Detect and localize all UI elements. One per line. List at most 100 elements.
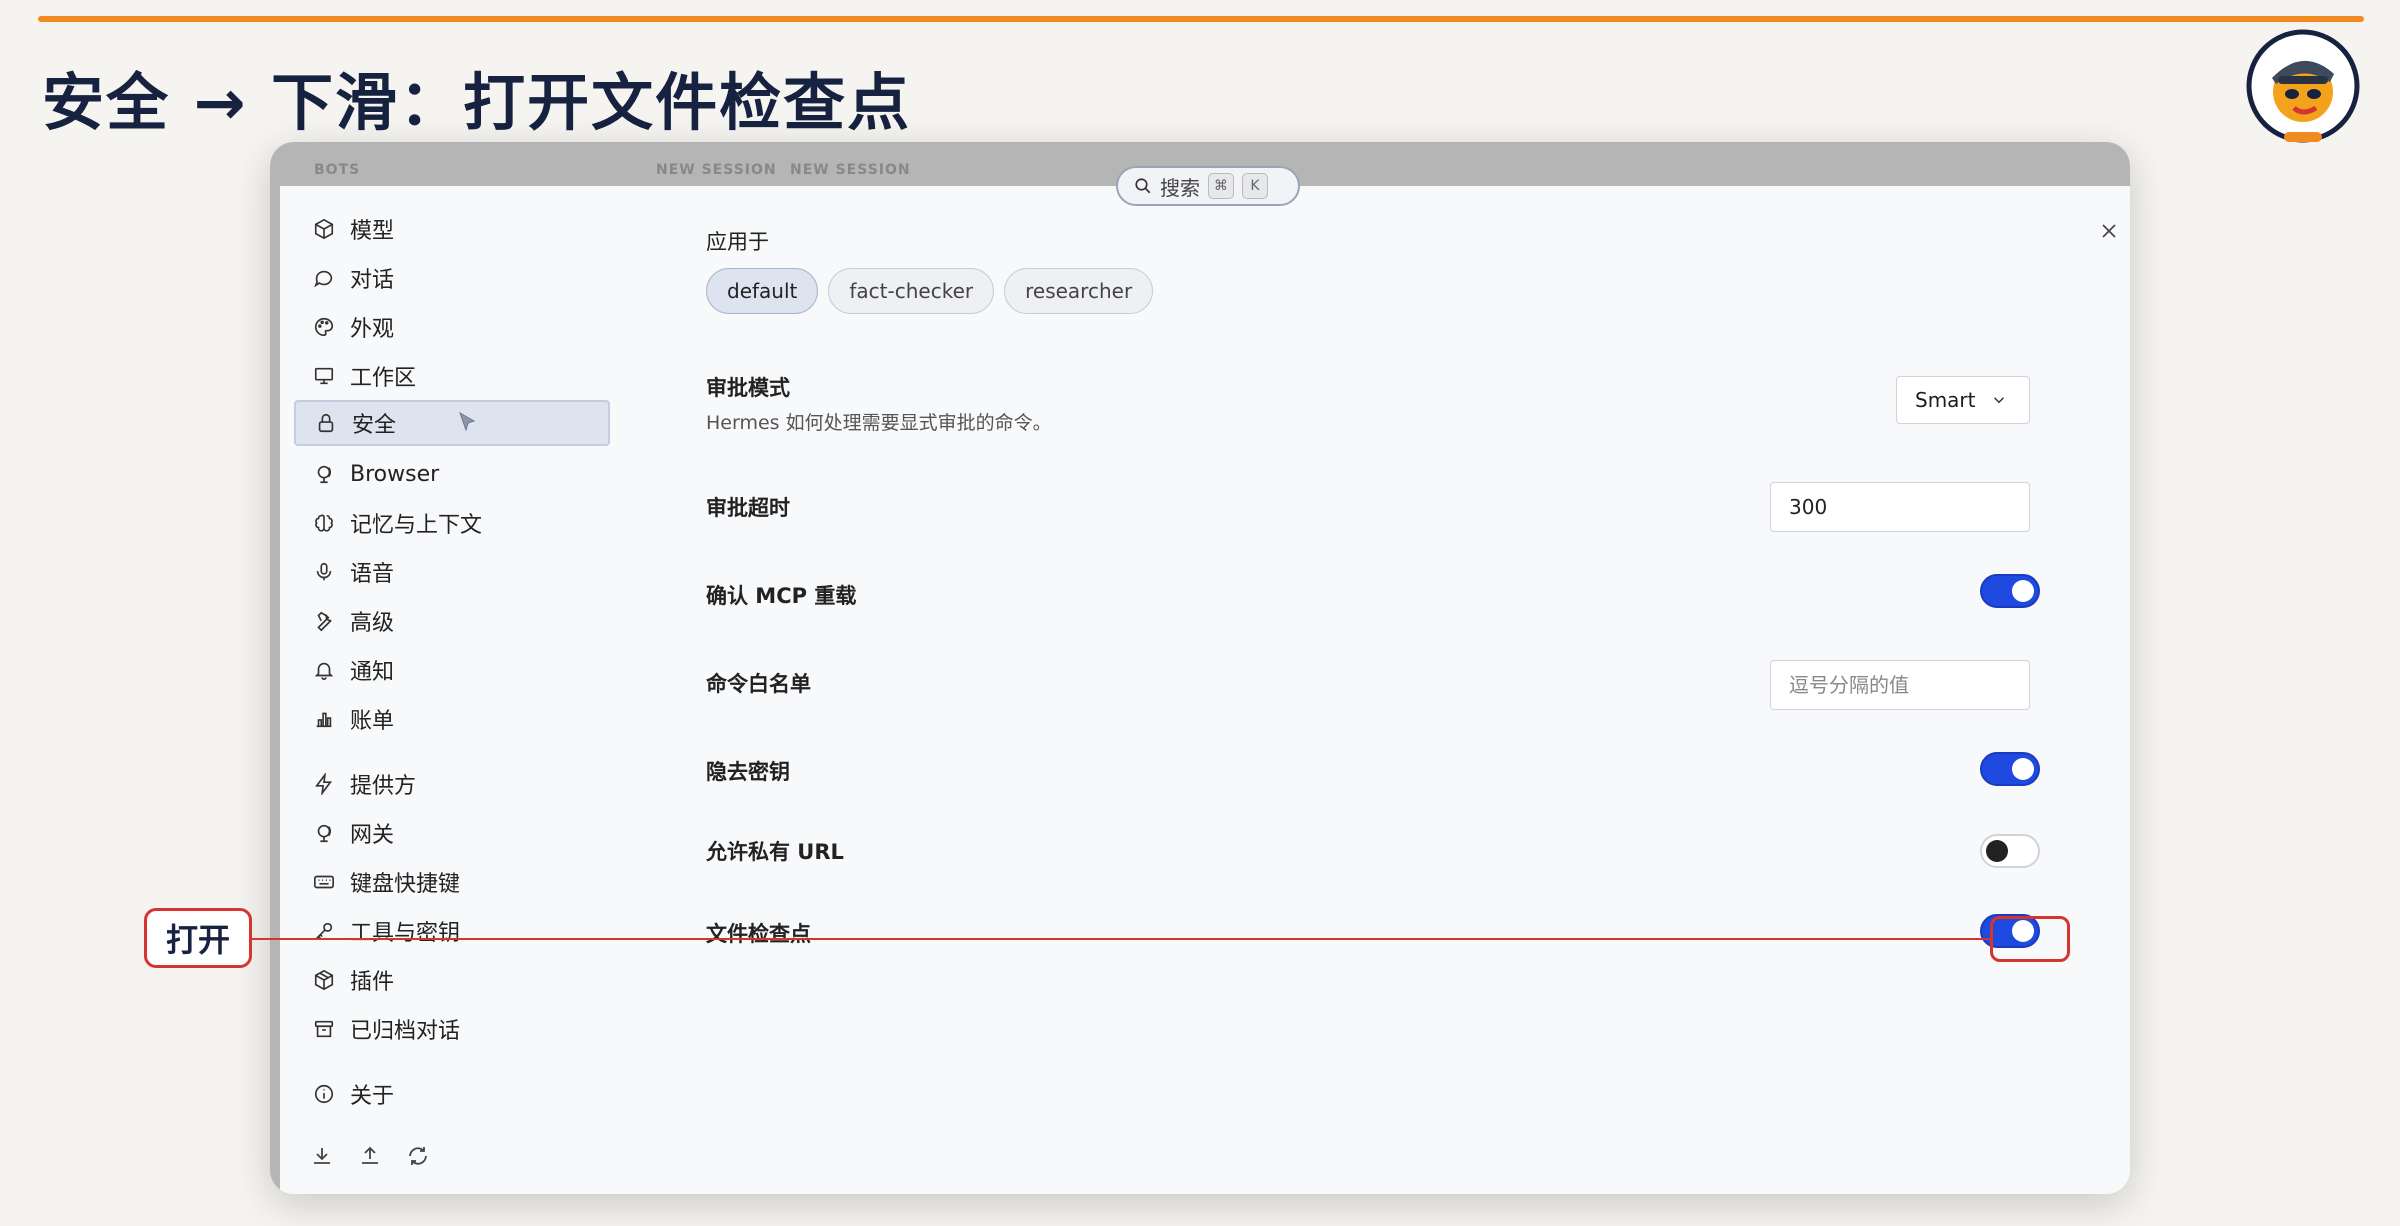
sidebar-item-label: 安全: [352, 413, 397, 438]
chip-researcher[interactable]: researcher: [1004, 268, 1154, 314]
sidebar-item-keyboard-shortcuts[interactable]: 键盘快捷键: [294, 859, 610, 905]
sidebar-item-label: 对话: [350, 268, 395, 293]
command-allowlist-input[interactable]: [1770, 660, 2030, 710]
approval-mode-description: Hermes 如何处理需要显式审批的命令。: [706, 412, 1052, 434]
sidebar-item-appearance[interactable]: 外观: [294, 304, 610, 350]
allow-private-urls-label: 允许私有 URL: [706, 840, 844, 864]
sidebar-item-label: 网关: [350, 823, 395, 848]
search-button[interactable]: 搜索 ⌘ K: [1116, 166, 1300, 206]
file-checkpoints-label: 文件检查点: [706, 922, 811, 946]
sidebar-item-workspace[interactable]: 工作区: [294, 353, 610, 399]
toggle-knob: [1986, 840, 2008, 862]
search-icon: [1135, 178, 1151, 194]
security-settings-content: 应用于 default fact-checker researcher 审批模式…: [706, 186, 2086, 1194]
monitor-icon: [312, 364, 336, 388]
sidebar-item-chat[interactable]: 对话: [294, 255, 610, 301]
archive-icon: [312, 1017, 336, 1041]
hide-secrets-label: 隐去密钥: [706, 760, 790, 784]
sidebar-item-providers[interactable]: 提供方: [294, 761, 610, 807]
sidebar-item-label: 语音: [350, 562, 395, 587]
confirm-mcp-reload-label: 确认 MCP 重载: [706, 584, 857, 608]
chip-default[interactable]: default: [706, 268, 819, 314]
background-app-sidebar: [270, 186, 280, 1194]
sidebar-item-label: 高级: [350, 611, 395, 636]
approval-timeout-label: 审批超时: [706, 496, 790, 520]
sidebar-item-gateway[interactable]: 网关: [294, 810, 610, 856]
sidebar-item-archived-chats[interactable]: 已归档对话: [294, 1006, 610, 1052]
background-tab: NEW SESSION: [790, 162, 911, 178]
sidebar-item-label: 插件: [350, 970, 395, 995]
sidebar-item-billing[interactable]: 账单: [294, 696, 610, 742]
background-tab: NEW SESSION: [656, 162, 777, 178]
approval-mode-select[interactable]: Smart: [1896, 376, 2030, 424]
allow-private-urls-toggle[interactable]: [1980, 834, 2040, 868]
chip-fact-checker[interactable]: fact-checker: [828, 268, 995, 314]
sidebar-item-label: 记忆与上下文: [350, 513, 483, 538]
sidebar-item-label: Browser: [350, 461, 440, 487]
sidebar-item-label: 关于: [350, 1084, 395, 1109]
bell-icon: [312, 658, 336, 682]
annotation-connector-line: [250, 938, 1992, 940]
top-accent-rule: [38, 16, 2364, 22]
slide-title: 安全 → 下滑：打开文件检查点: [42, 66, 912, 139]
shortcut-key-cmd: ⌘: [1208, 173, 1234, 199]
info-icon: [312, 1082, 336, 1106]
globe-stand-icon: [312, 821, 336, 845]
bolt-icon: [312, 772, 336, 796]
approval-mode-value: Smart: [1915, 388, 1976, 412]
sidebar-item-label: 外观: [350, 317, 395, 342]
background-tab: BOTS: [314, 162, 361, 178]
sidebar-item-label: 提供方: [350, 774, 417, 799]
apply-to-label: 应用于: [706, 230, 769, 254]
apply-to-chips: default fact-checker researcher: [706, 268, 1154, 314]
microphone-icon: [312, 560, 336, 584]
sidebar-item-plugins[interactable]: 插件: [294, 957, 610, 1003]
chevron-down-icon: [1993, 397, 2004, 404]
sidebar-item-label: 工作区: [350, 366, 417, 391]
close-icon: [2102, 224, 2116, 238]
sidebar-item-security[interactable]: 安全: [294, 400, 610, 446]
search-label: 搜索: [1160, 175, 1200, 200]
sidebar-item-advanced[interactable]: 高级: [294, 598, 610, 644]
settings-panel: 模型 对话 外观 工作区 安全 Browser 记忆与上下文 语音 高级 通知 …: [280, 186, 2130, 1194]
settings-window: BOTS NEW SESSION NEW SESSION 搜索 ⌘ K 模型 对…: [270, 142, 2130, 1194]
approval-timeout-input[interactable]: [1770, 482, 2030, 532]
toggle-knob: [2012, 580, 2034, 602]
palette-icon: [312, 315, 336, 339]
close-button[interactable]: [2094, 216, 2124, 246]
approval-mode-label: 审批模式: [706, 376, 790, 400]
wrench-icon: [312, 609, 336, 633]
sidebar-item-browser[interactable]: Browser: [294, 451, 610, 497]
lock-icon: [314, 411, 338, 435]
shortcut-key-k: K: [1242, 173, 1268, 199]
confirm-mcp-reload-toggle[interactable]: [1980, 574, 2040, 608]
hide-secrets-toggle[interactable]: [1980, 752, 2040, 786]
brain-icon: [312, 511, 336, 535]
cube-icon: [312, 217, 336, 241]
sidebar-item-notifications[interactable]: 通知: [294, 647, 610, 693]
bar-chart-icon: [312, 707, 336, 731]
download-icon[interactable]: [310, 1144, 334, 1168]
annotation-highlight-box: [1990, 916, 2070, 962]
sidebar-item-memory[interactable]: 记忆与上下文: [294, 500, 610, 546]
toggle-knob: [2012, 758, 2034, 780]
chat-bubble-icon: [312, 266, 336, 290]
annotation-label: 打开: [144, 908, 252, 968]
command-allowlist-label: 命令白名单: [706, 672, 811, 696]
globe-icon: [312, 462, 336, 486]
sidebar-item-voice[interactable]: 语音: [294, 549, 610, 595]
package-icon: [312, 968, 336, 992]
refresh-icon[interactable]: [406, 1144, 430, 1168]
sidebar-footer-actions: [310, 1144, 430, 1168]
sidebar-item-label: 工具与密钥: [350, 921, 461, 946]
sidebar-item-label: 已归档对话: [350, 1019, 461, 1044]
sidebar-item-label: 通知: [350, 660, 395, 685]
upload-icon[interactable]: [358, 1144, 382, 1168]
sidebar-item-model[interactable]: 模型: [294, 206, 610, 252]
sidebar-item-tools-keys[interactable]: 工具与密钥: [294, 908, 610, 954]
mouse-cursor-icon: [459, 411, 476, 432]
mascot-avatar-icon: [2246, 29, 2360, 143]
sidebar-item-label: 模型: [350, 219, 395, 244]
sidebar-item-about[interactable]: 关于: [294, 1071, 610, 1117]
sidebar-item-label: 账单: [350, 709, 395, 734]
